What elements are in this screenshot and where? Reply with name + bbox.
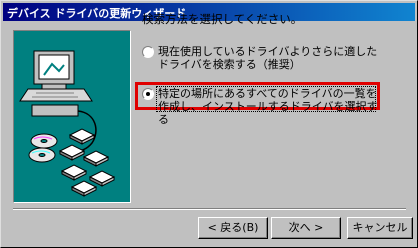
- instruction-text: 検索方法を選択してください。: [142, 12, 303, 26]
- wizard-window: デバイス ドライバの更新ウィザード 検索方法を選択してください。 現在使用してい…: [0, 0, 418, 248]
- cd-icon: [28, 133, 58, 163]
- radio-button-selected[interactable]: [142, 88, 154, 100]
- cancel-button[interactable]: キャンセル: [347, 217, 413, 239]
- next-button[interactable]: 次へ >: [271, 217, 341, 239]
- wizard-illustration: [13, 30, 131, 203]
- focus-rectangle: [156, 86, 376, 112]
- computer-icon: [19, 50, 93, 117]
- option-label[interactable]: 現在使用しているドライバよりさらに適したドライバを検索する（推奨）: [158, 45, 382, 71]
- radio-button[interactable]: [142, 46, 154, 58]
- separator: [13, 208, 406, 210]
- back-button[interactable]: < 戻る(B): [198, 217, 268, 239]
- floppy-disk-icon: [58, 128, 116, 197]
